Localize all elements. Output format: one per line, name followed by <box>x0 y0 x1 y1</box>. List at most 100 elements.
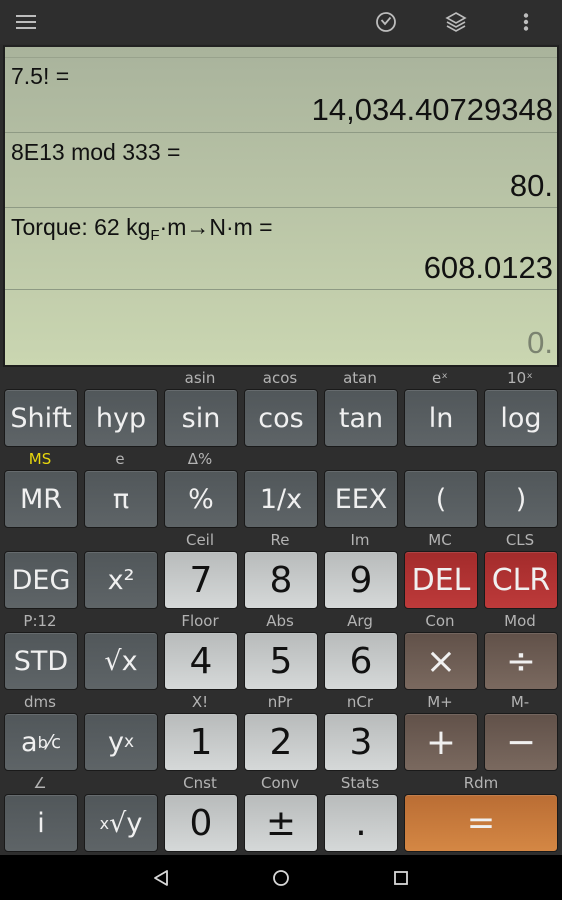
shift-label: Cnst <box>183 774 217 792</box>
more-vert-icon[interactable] <box>513 10 539 34</box>
root-index: x <box>99 813 110 833</box>
cos-key[interactable]: cos <box>244 389 318 447</box>
tan-key[interactable]: tan <box>324 389 398 447</box>
shift-label: M+ <box>427 693 453 711</box>
shift-label: Im <box>350 531 370 549</box>
sin-key[interactable]: sin <box>164 389 238 447</box>
expression-text: Torque: 62 kg <box>11 214 151 240</box>
shift-label: Floor <box>181 612 219 630</box>
ln-key[interactable]: ln <box>404 389 478 447</box>
top-app-bar <box>0 0 562 44</box>
display-mode-key[interactable]: STD <box>4 632 78 690</box>
angle-mode-key[interactable]: DEG <box>4 551 78 609</box>
digit-3-key[interactable]: 3 <box>324 713 398 771</box>
digit-2-key[interactable]: 2 <box>244 713 318 771</box>
shift-label: 10ˣ <box>507 369 533 387</box>
menu-icon[interactable] <box>13 10 39 34</box>
xth-root-key[interactable]: x √y <box>84 794 158 852</box>
fraction-c: c <box>51 731 61 753</box>
pi-key[interactable]: π <box>84 470 158 528</box>
equals-key[interactable]: = <box>404 794 558 852</box>
shift-label: M- <box>510 693 530 711</box>
multiply-key[interactable]: × <box>404 632 478 690</box>
history-divider <box>5 132 557 133</box>
calculator-display[interactable]: 7.5! = 14,034.40729348 8E13 mod 333 = 80… <box>3 45 559 367</box>
close-paren-key[interactable]: ) <box>484 470 558 528</box>
shift-label: Mod <box>504 612 536 630</box>
history-expression: Torque: 62 kgF·m→N·m = <box>11 214 273 244</box>
digit-7-key[interactable]: 7 <box>164 551 238 609</box>
history-result: 14,034.40729348 <box>311 92 553 127</box>
percent-key[interactable]: % <box>164 470 238 528</box>
subtract-key[interactable]: − <box>484 713 558 771</box>
root-body: √y <box>109 807 143 839</box>
precision-label: P:12 <box>23 612 57 630</box>
shift-label: acos <box>262 369 298 387</box>
reciprocal-key[interactable]: 1/x <box>244 470 318 528</box>
shift-label: asin <box>184 369 216 387</box>
eex-key[interactable]: EEX <box>324 470 398 528</box>
shift-label: Stats <box>340 774 380 792</box>
clear-key[interactable]: CLR <box>484 551 558 609</box>
shift-label: Re <box>270 531 290 549</box>
add-key[interactable]: + <box>404 713 478 771</box>
digit-5-key[interactable]: 5 <box>244 632 318 690</box>
delete-key[interactable]: DEL <box>404 551 478 609</box>
shift-label: e <box>115 450 125 468</box>
shift-label: dms <box>24 693 56 711</box>
shift-label: Arg <box>347 612 373 630</box>
digit-6-key[interactable]: 6 <box>324 632 398 690</box>
history-expression: 7.5! = <box>11 63 70 89</box>
fraction-key[interactable]: a b ⁄ c <box>4 713 78 771</box>
power-base: y <box>107 726 124 758</box>
shift-label: atan <box>343 369 377 387</box>
system-navigation-bar <box>0 855 562 900</box>
digit-0-key[interactable]: 0 <box>164 794 238 852</box>
history-clock-icon[interactable] <box>373 10 399 34</box>
layers-icon[interactable] <box>443 10 469 34</box>
keypad-row: P:12 Floor Abs Arg Con Mod STD √x 4 5 6 … <box>0 610 562 690</box>
sqrt-key[interactable]: √x <box>84 632 158 690</box>
keypad-row: Ceil Re Im MC CLS DEG x² 7 8 9 DEL CLR <box>0 529 562 609</box>
history-result: 608.0123 <box>423 250 553 285</box>
hyp-key[interactable]: hyp <box>84 389 158 447</box>
divide-key[interactable]: ÷ <box>484 632 558 690</box>
open-paren-key[interactable]: ( <box>404 470 478 528</box>
imaginary-key[interactable]: i <box>4 794 78 852</box>
shift-label: eˣ <box>432 369 448 387</box>
shift-label: MC <box>428 531 452 549</box>
digit-4-key[interactable]: 4 <box>164 632 238 690</box>
shift-label: nCr <box>346 693 374 711</box>
expression-text: ·m→N·m = <box>159 214 273 240</box>
shift-label: Abs <box>266 612 294 630</box>
plus-minus-key[interactable]: ± <box>244 794 318 852</box>
history-expression: 8E13 mod 333 = <box>11 139 181 165</box>
shift-label: X! <box>191 693 209 711</box>
shift-label: CLS <box>505 531 535 549</box>
home-circle-icon[interactable] <box>270 867 292 889</box>
fraction-a: a <box>21 726 38 758</box>
shift-label: nPr <box>267 693 293 711</box>
digit-9-key[interactable]: 9 <box>324 551 398 609</box>
shift-key[interactable]: Shift <box>4 389 78 447</box>
recents-square-icon[interactable] <box>390 867 412 889</box>
power-key[interactable]: yx <box>84 713 158 771</box>
keypad: asin acos atan eˣ 10ˣ Shift hyp sin cos … <box>0 367 562 855</box>
back-triangle-icon[interactable] <box>150 867 172 889</box>
shift-label: Ceil <box>185 531 215 549</box>
log-key[interactable]: log <box>484 389 558 447</box>
memory-recall-key[interactable]: MR <box>4 470 78 528</box>
history-result: 80. <box>509 168 553 203</box>
shift-label: Rdm <box>463 774 499 792</box>
history-divider <box>5 289 557 290</box>
keypad-row: asin acos atan eˣ 10ˣ Shift hyp sin cos … <box>0 367 562 447</box>
decimal-point-key[interactable]: . <box>324 794 398 852</box>
display-divider <box>5 57 557 58</box>
digit-8-key[interactable]: 8 <box>244 551 318 609</box>
digit-1-key[interactable]: 1 <box>164 713 238 771</box>
square-key[interactable]: x² <box>84 551 158 609</box>
power-exponent: x <box>123 732 135 752</box>
keypad-row: MS e Δ% MR π % 1/x EEX ( ) <box>0 448 562 528</box>
shift-label: Δ% <box>187 450 213 468</box>
keypad-row: ∠ Cnst Conv Stats Rdm i x √y 0 ± . = <box>0 772 562 852</box>
